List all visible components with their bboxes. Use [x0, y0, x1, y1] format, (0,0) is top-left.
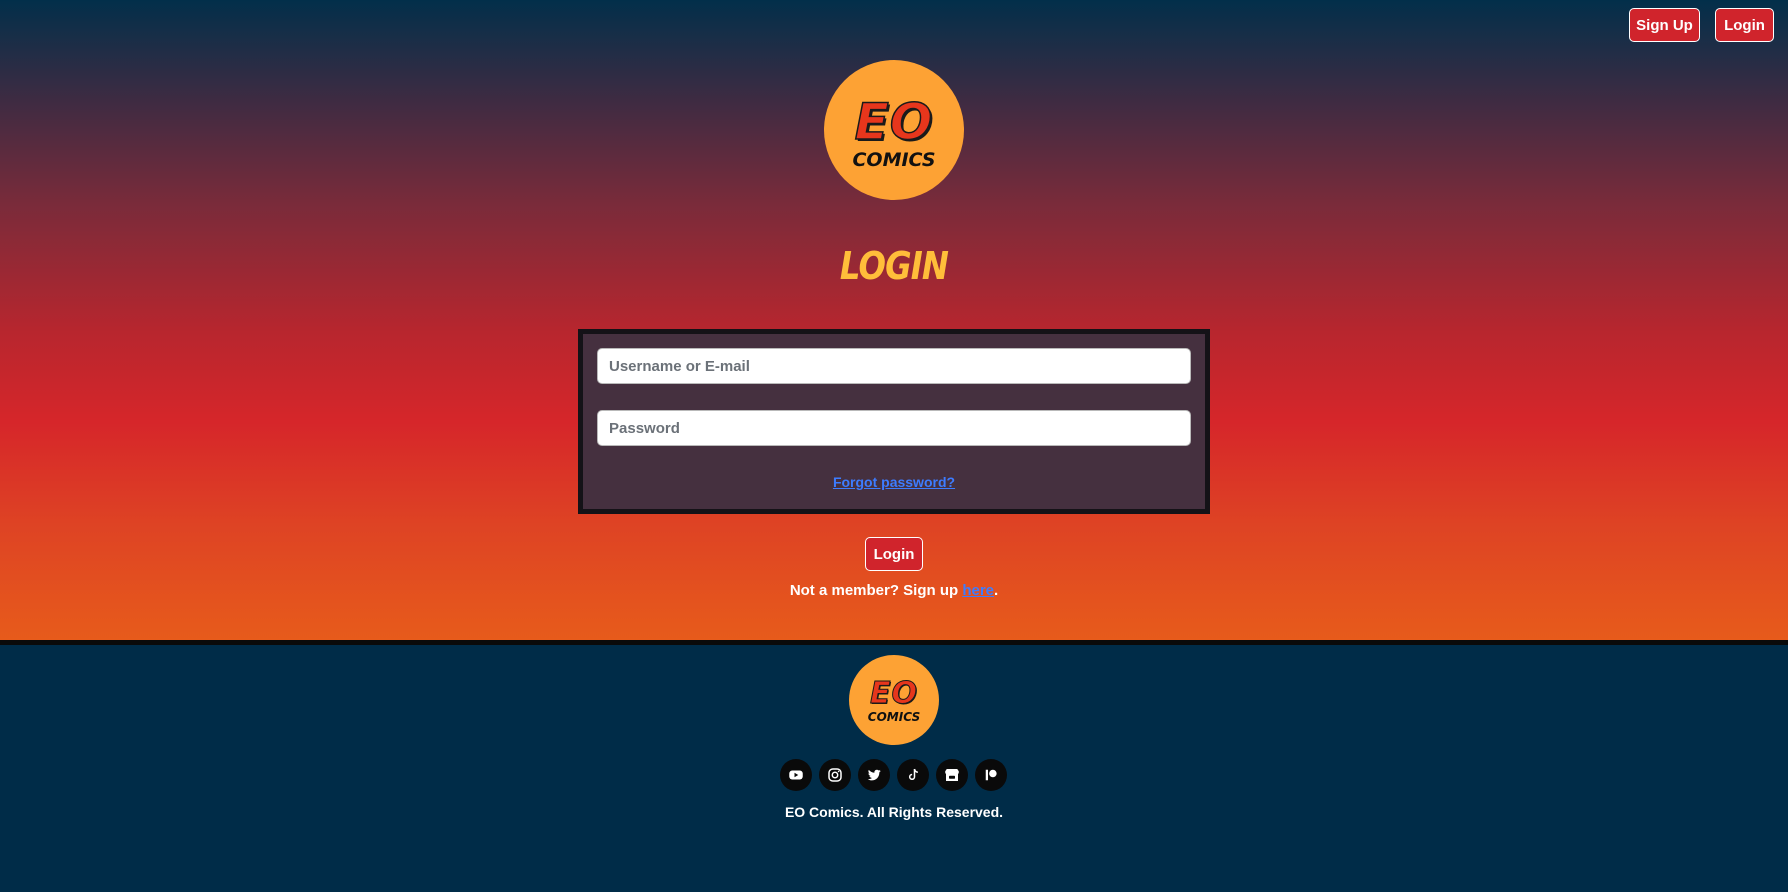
tiktok-icon[interactable] — [897, 759, 929, 791]
signup-prompt-suffix: . — [994, 582, 999, 599]
signup-prompt: Not a member? Sign up here. — [0, 582, 1788, 599]
page-title: LOGIN — [839, 244, 949, 288]
signup-button[interactable]: Sign Up — [1629, 8, 1700, 42]
twitter-icon[interactable] — [858, 759, 890, 791]
social-links — [780, 759, 1008, 791]
forgot-password-link-row: Forgot password? — [0, 474, 1788, 490]
footer-logo[interactable]: EO COMICS — [849, 655, 939, 745]
instagram-icon[interactable] — [819, 759, 851, 791]
footer-logo-comics-text: COMICS — [867, 710, 921, 724]
footer-logo-eo-text: EO — [870, 676, 918, 711]
signup-prompt-text: Not a member? Sign up — [789, 582, 963, 599]
signup-here-link[interactable]: here — [962, 582, 994, 599]
patreon-icon[interactable] — [975, 759, 1007, 791]
password-input[interactable] — [597, 410, 1191, 446]
eo-comics-logo[interactable]: EO COMICS — [824, 60, 964, 200]
header-login-button[interactable]: Login — [1715, 8, 1774, 42]
login-submit-button[interactable]: Login — [865, 537, 923, 571]
forgot-password-link[interactable]: Forgot password? — [833, 474, 955, 490]
itch-icon[interactable] — [936, 759, 968, 791]
logo-comics-text: COMICS — [852, 148, 936, 171]
username-input[interactable] — [597, 348, 1191, 384]
copyright-text: EO Comics. All Rights Reserved. — [784, 804, 1004, 820]
youtube-icon[interactable] — [780, 759, 812, 791]
logo-eo-text: EO — [854, 92, 934, 151]
